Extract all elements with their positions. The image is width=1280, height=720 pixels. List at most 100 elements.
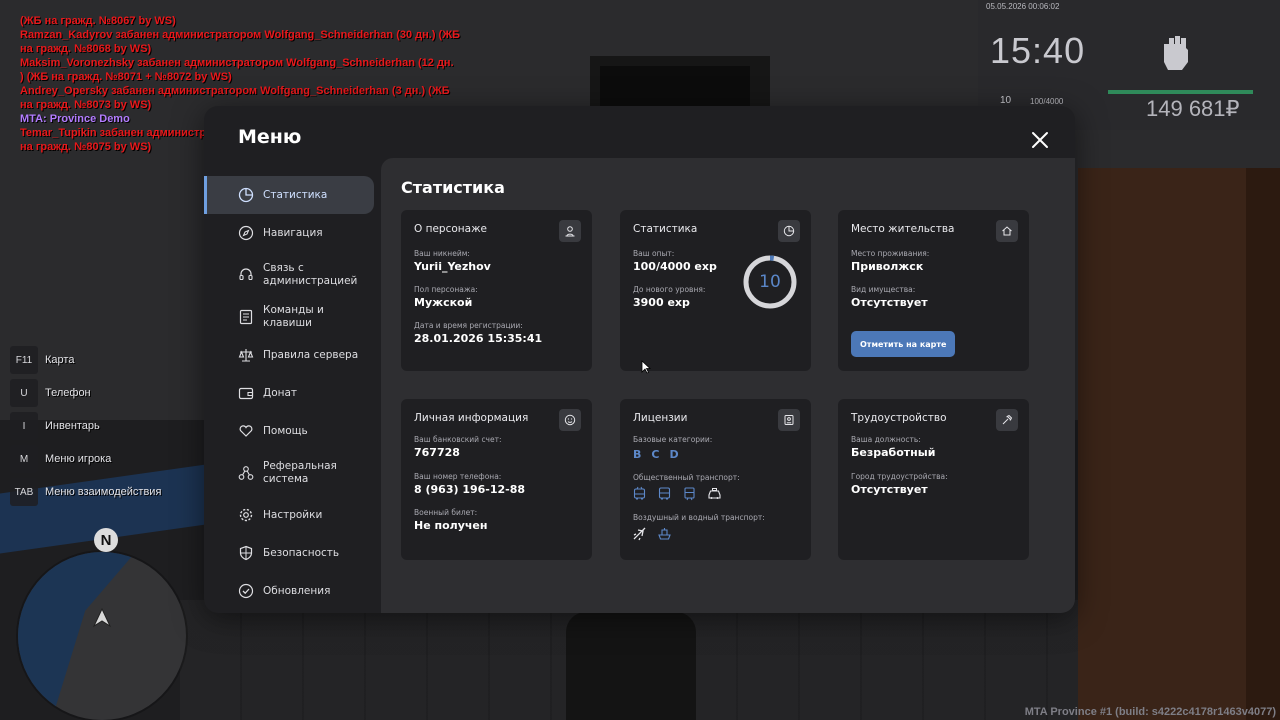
- mark-on-map-button[interactable]: Отметить на карте: [851, 331, 956, 357]
- shield-icon: [239, 545, 253, 561]
- keybind-row: U Телефон: [10, 379, 161, 407]
- sidebar-item-admin-contact[interactable]: Связь с администрацией: [204, 252, 374, 298]
- keybind-list: F11 Карта U Телефон I Инвентарь M Меню и…: [10, 346, 161, 511]
- field-property-type: Вид имущества: Отсутствует: [851, 285, 928, 309]
- keycap: F11: [10, 346, 38, 374]
- sidebar-item-label: Правила сервера: [263, 348, 359, 361]
- sidebar-item-label: Реферальная система: [263, 460, 337, 485]
- pie-chart-icon: [778, 220, 800, 242]
- sidebar-item-rules[interactable]: Правила сервера: [204, 336, 374, 374]
- chat-line: (ЖБ на гражд. №8067 by WS): [20, 15, 176, 27]
- heart-hands-icon: [239, 425, 253, 437]
- sidebar-item-referral[interactable]: Реферальная система: [204, 450, 374, 496]
- field-public-transport: Общественный транспорт:: [633, 473, 740, 484]
- player-menu-window: Меню Статистика Навигация Связь с админи…: [204, 106, 1075, 613]
- field-value: 28.01.2026 15:35:41: [414, 332, 543, 345]
- user-icon: [559, 220, 581, 242]
- field-label: Место проживания:: [851, 249, 930, 258]
- hud-time: 15:40: [990, 30, 1086, 71]
- card-character: О персонаже Ваш никнейм: Yurii_Yezhov По…: [401, 210, 592, 371]
- keybind-label: Меню взаимодействия: [45, 486, 162, 498]
- player-arrow-icon: [92, 608, 112, 628]
- hud-level: 10: [1000, 95, 1012, 106]
- field-residence-place: Место проживания: Приволжск: [851, 249, 929, 273]
- sidebar-item-settings[interactable]: Настройки: [204, 496, 374, 534]
- card-employment: Трудоустройство Ваша должность: Безработ…: [838, 399, 1029, 560]
- card-title: О персонаже: [414, 223, 488, 235]
- field-phone: Ваш номер телефона: 8 (963) 196-12-88: [414, 472, 525, 496]
- card-title: Статистика: [633, 223, 698, 235]
- minimap-water: [18, 552, 136, 720]
- field-registration: Дата и время регистрации: 28.01.2026 15:…: [414, 321, 542, 345]
- scene-door: [1078, 168, 1254, 720]
- scene-window: [600, 66, 750, 110]
- sidebar-item-navigation[interactable]: Навигация: [204, 214, 374, 252]
- boat-icon: [658, 528, 671, 540]
- check-circle-icon: [238, 583, 254, 599]
- card-licenses: Лицензии Базовые категории: B C D Общест…: [620, 399, 811, 560]
- sidebar-item-label: Связь с администрацией: [263, 262, 358, 287]
- wallet-icon: [238, 387, 254, 400]
- field-label: Ваш банковский счет:: [414, 435, 502, 444]
- sidebar-item-updates[interactable]: Обновления: [204, 572, 374, 610]
- card-title: Лицензии: [633, 412, 688, 424]
- sidebar-item-statistics[interactable]: Статистика: [204, 176, 374, 214]
- hud-date: 05.05.2026 00:06:02: [986, 2, 1060, 11]
- field-gender: Пол персонажа: Мужской: [414, 285, 478, 309]
- menu-sidebar: Статистика Навигация Связь с администрац…: [204, 176, 374, 610]
- sidebar-item-label: Безопасность: [263, 546, 340, 559]
- health-bar: [1108, 90, 1253, 94]
- field-position: Ваша должность: Безработный: [851, 435, 935, 459]
- field-value: Безработный: [851, 446, 936, 459]
- level-progress-ring: 10: [742, 254, 798, 310]
- player-character: [566, 612, 696, 720]
- id-card-icon: [778, 409, 800, 431]
- sidebar-item-security[interactable]: Безопасность: [204, 534, 374, 572]
- field-value: 3900 exp: [633, 296, 690, 309]
- build-info: MTA Province #1 (build: s4222c4178r1463v…: [1024, 706, 1276, 718]
- sidebar-item-label: Команды и клавиши: [263, 304, 324, 329]
- field-value: Приволжск: [851, 260, 924, 273]
- field-air-water-transport: Воздушный и водный транспорт:: [633, 513, 765, 524]
- sidebar-item-help[interactable]: Помощь: [204, 412, 374, 450]
- chat-line: ) (ЖБ на гражд. №8071 + №8072 by WS): [20, 71, 232, 83]
- compass-north: N: [94, 528, 118, 552]
- sidebar-item-commands[interactable]: Команды и клавиши: [204, 298, 374, 336]
- tram-icon: [684, 487, 695, 501]
- chat-line: Andrey_Opersky забанен администратором W…: [20, 85, 450, 97]
- card-personal-info: Личная информация Ваш банковский счет: 7…: [401, 399, 592, 560]
- sidebar-item-label: Донат: [263, 386, 298, 399]
- field-value: 100/4000 exp: [633, 260, 717, 273]
- sidebar-item-donate[interactable]: Донат: [204, 374, 374, 412]
- field-value: Не получен: [414, 519, 488, 532]
- field-nickname: Ваш никнейм: Yurii_Yezhov: [414, 249, 491, 273]
- sidebar-item-label: Помощь: [263, 424, 308, 437]
- keycap: TAB: [10, 478, 38, 506]
- trolleybus-icon: [633, 486, 646, 500]
- field-job-city: Город трудоустройства: Отсутствует: [851, 472, 948, 496]
- sidebar-item-label: Статистика: [263, 188, 328, 201]
- keybind-label: Инвентарь: [45, 420, 100, 432]
- field-next-level: До нового уровня: 3900 exp: [633, 285, 705, 309]
- fist-icon: [1164, 36, 1188, 70]
- hammer-icon: [996, 409, 1018, 431]
- chat-line: Maksim_Voronezhsky забанен администратор…: [20, 57, 454, 69]
- menu-title: Меню: [238, 126, 302, 148]
- field-label: Воздушный и водный транспорт:: [633, 513, 765, 522]
- compass-icon: [238, 225, 254, 241]
- field-value: 767728: [414, 446, 460, 459]
- sidebar-item-label: Обновления: [263, 584, 331, 597]
- keybind-row: I Инвентарь: [10, 412, 161, 440]
- taxi-icon: [708, 488, 721, 499]
- keybind-label: Меню игрока: [45, 453, 112, 465]
- close-icon[interactable]: [1030, 130, 1050, 150]
- field-value: Отсутствует: [851, 296, 928, 309]
- bus-icon: [658, 487, 671, 500]
- scales-icon: [238, 349, 254, 362]
- keybind-label: Телефон: [45, 387, 91, 399]
- sidebar-item-label: Навигация: [263, 226, 323, 239]
- field-label: До нового уровня:: [633, 285, 706, 294]
- field-label: Ваш никнейм:: [414, 249, 470, 258]
- field-military-id: Военный билет: Не получен: [414, 508, 488, 532]
- mouse-cursor-icon: [641, 360, 651, 374]
